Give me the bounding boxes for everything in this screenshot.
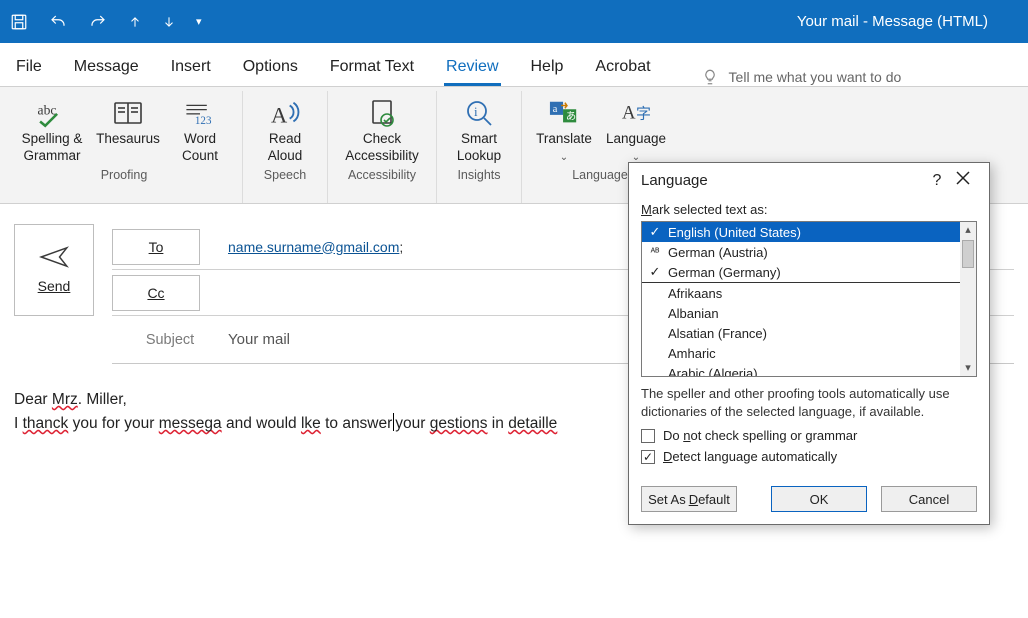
scroll-up-icon[interactable]: ▴ (965, 222, 971, 238)
ribbon-group-speech: A ReadAloud Speech (243, 91, 328, 203)
svg-text:i: i (474, 104, 478, 119)
language-option[interactable]: Arabic (Algeria) (642, 363, 960, 376)
ribbon-group-proofing: abc Spelling &Grammar Thesaurus 123 Word… (6, 91, 243, 203)
language-option[interactable]: Albanian (642, 303, 960, 323)
svg-text:abc: abc (38, 103, 57, 118)
quick-access-toolbar: ▾ (10, 13, 202, 31)
cc-button[interactable]: Cc (112, 275, 200, 311)
tell-me-search[interactable]: Tell me what you want to do (701, 68, 902, 86)
up-arrow-icon[interactable] (128, 13, 142, 31)
group-label-insights: Insights (443, 165, 515, 187)
to-field[interactable]: name.surname@gmail.com; (228, 239, 403, 255)
svg-text:A: A (271, 102, 288, 127)
tab-help[interactable]: Help (529, 52, 566, 86)
close-icon (956, 171, 970, 185)
spellcheck-icon: ✓ (648, 224, 662, 240)
to-button[interactable]: To (112, 229, 200, 265)
mark-selected-label: Mark selected text as: (641, 202, 977, 217)
ribbon-group-accessibility: CheckAccessibility Accessibility (328, 91, 437, 203)
dialog-description: The speller and other proofing tools aut… (641, 385, 977, 420)
svg-text:A: A (622, 103, 636, 124)
read-aloud-button[interactable]: A ReadAloud (249, 91, 321, 165)
svg-text:123: 123 (195, 115, 212, 127)
tell-me-placeholder: Tell me what you want to do (729, 69, 902, 85)
dialog-buttons: Set As Default OK Cancel (629, 482, 989, 524)
language-dialog: Language ? Mark selected text as: ✓ Engl… (628, 162, 990, 525)
language-option[interactable]: Alsatian (France) (642, 323, 960, 343)
svg-text:字: 字 (636, 106, 651, 123)
redo-icon[interactable] (88, 13, 108, 31)
group-label-proofing: Proofing (12, 165, 236, 187)
spellcheck-icon: ✓ (648, 264, 662, 280)
scroll-thumb[interactable] (962, 240, 974, 268)
close-button[interactable] (949, 171, 977, 190)
check-accessibility-button[interactable]: CheckAccessibility (334, 91, 430, 165)
checkbox-checked-icon[interactable] (641, 450, 655, 464)
nocheck-checkbox-row[interactable]: Do not check spelling or grammar (641, 428, 977, 443)
tab-options[interactable]: Options (241, 52, 300, 86)
language-option-selected[interactable]: ✓ English (United States) (642, 222, 960, 242)
language-option[interactable]: ✓ German (Germany) (642, 262, 960, 282)
translate-button[interactable]: aあ Translate⌄ (528, 91, 600, 165)
send-button[interactable]: Send (14, 224, 94, 316)
lightbulb-icon (701, 68, 719, 86)
dialog-titlebar: Language ? (629, 163, 989, 198)
set-default-button[interactable]: Set As Default (641, 486, 737, 512)
ribbon-group-insights: i SmartLookup Insights (437, 91, 522, 203)
checkbox-unchecked-icon[interactable] (641, 429, 655, 443)
language-option[interactable]: ᴬᴮ German (Austria) (642, 242, 960, 262)
cancel-button[interactable]: Cancel (881, 486, 977, 512)
tab-format-text[interactable]: Format Text (328, 52, 416, 86)
tab-acrobat[interactable]: Acrobat (593, 52, 652, 86)
spellcheck-icon: ᴬᴮ (648, 247, 662, 258)
subject-field[interactable]: Your mail (228, 331, 290, 348)
svg-text:a: a (553, 104, 558, 115)
send-icon (39, 246, 69, 268)
chevron-down-icon: ⌄ (560, 152, 568, 163)
customize-qat-icon[interactable]: ▾ (196, 15, 202, 28)
group-label-speech: Speech (249, 165, 321, 187)
tab-review[interactable]: Review (444, 52, 500, 86)
nocheck-label: Do not check spelling or grammar (663, 428, 857, 443)
group-label-accessibility: Accessibility (334, 165, 430, 187)
ribbon-tabs: File Message Insert Options Format Text … (0, 43, 1028, 87)
subject-label: Subject (112, 332, 228, 348)
tab-message[interactable]: Message (72, 52, 141, 86)
scrollbar[interactable]: ▴ ▾ (960, 222, 976, 376)
thesaurus-button[interactable]: Thesaurus (92, 91, 164, 165)
send-label: Send (38, 278, 71, 294)
spelling-grammar-button[interactable]: abc Spelling &Grammar (12, 91, 92, 165)
help-button[interactable]: ? (925, 172, 949, 190)
smart-lookup-button[interactable]: i SmartLookup (443, 91, 515, 165)
detect-label: Detect language automatically (663, 449, 837, 464)
language-option[interactable]: Amharic (642, 343, 960, 363)
dialog-title: Language (641, 172, 708, 189)
scroll-down-icon[interactable]: ▾ (965, 360, 971, 376)
language-option[interactable]: Afrikaans (642, 283, 960, 303)
undo-icon[interactable] (48, 13, 68, 31)
language-listbox[interactable]: ✓ English (United States) ᴬᴮ German (Aus… (641, 221, 977, 377)
svg-text:あ: あ (566, 111, 576, 123)
ok-button[interactable]: OK (771, 486, 867, 512)
window-title: Your mail - Message (HTML) (797, 13, 988, 30)
tab-file[interactable]: File (14, 52, 44, 86)
language-button[interactable]: A字 Language⌄ (600, 91, 672, 165)
detect-checkbox-row[interactable]: Detect language automatically (641, 449, 977, 464)
title-bar: ▾ Your mail - Message (HTML) (0, 0, 1028, 43)
tab-insert[interactable]: Insert (169, 52, 213, 86)
save-icon[interactable] (10, 13, 28, 31)
down-arrow-icon[interactable] (162, 13, 176, 31)
word-count-button[interactable]: 123 WordCount (164, 91, 236, 165)
